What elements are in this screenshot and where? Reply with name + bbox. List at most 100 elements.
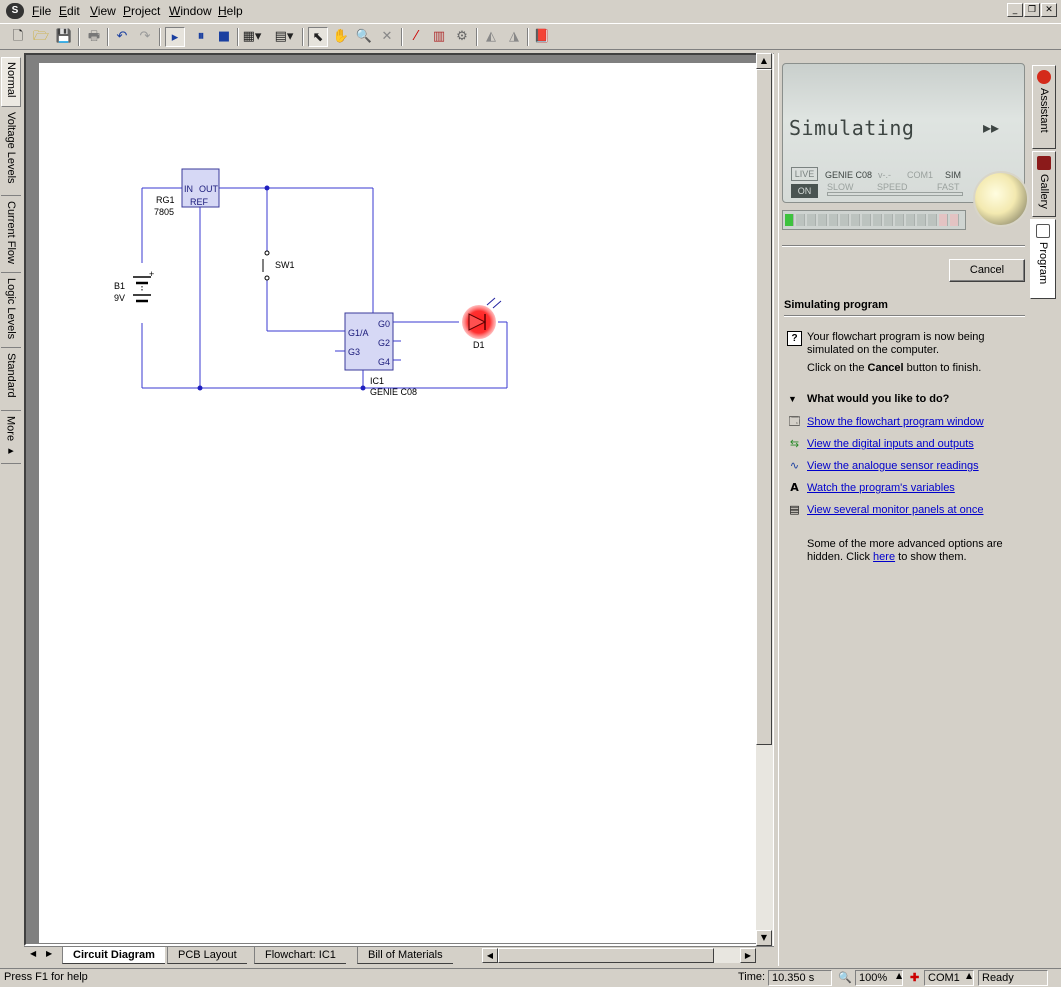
pan-hand-icon[interactable]: ✋ [331,27,351,47]
redo-icon[interactable]: ↷ [135,27,155,47]
app-icon[interactable]: S [6,3,24,19]
delete-icon[interactable]: ✕ [377,27,397,47]
undo-icon[interactable]: ↶ [112,27,132,47]
assistant-panel: Simulating ▸▸ LIVE ON GENIE C08 v-.- COM… [778,53,1030,966]
tab-logic-levels[interactable]: Logic Levels [1,274,21,348]
tab-scroll-right-icon[interactable]: ▶ [46,949,52,958]
view-analogue-link[interactable]: View the analogue sensor readings [807,460,979,472]
cancel-button[interactable]: Cancel [949,259,1025,282]
tab-standard[interactable]: Standard [1,349,21,411]
switch-sw1[interactable] [262,250,270,281]
circuit-canvas[interactable]: IN OUT REF RG1 7805 + B1 9V SW1 G1/A G3 … [39,63,757,943]
horizontal-scrollbar[interactable]: ◀ ▶ [482,948,756,963]
help-icon: ? [787,331,802,346]
tab-more[interactable]: More ▸ [1,412,21,464]
tab-gallery[interactable]: Gallery [1032,151,1056,217]
tab-assistant[interactable]: Assistant [1032,65,1056,149]
chip-dropdown-icon[interactable]: ▦▾ [242,27,262,47]
speed-slow-label: SLOW [827,182,854,192]
device-name: GENIE C08 [825,170,873,180]
tab-scroll-left-icon[interactable]: ◀ [30,949,36,958]
tab-current-flow[interactable]: Current Flow [1,197,21,273]
tab-flowchart-ic1[interactable]: Flowchart: IC1 [254,947,346,964]
menu-file[interactable]: File [32,4,51,18]
close-button[interactable]: ✕ [1041,3,1057,17]
hscroll-left-icon[interactable]: ◀ [482,948,498,963]
probe-icon[interactable]: ⁄ [406,27,426,47]
speed-knob[interactable] [973,171,1029,227]
tab-pcb-layout[interactable]: PCB Layout [167,947,247,964]
window-dropdown-icon[interactable]: ▤▾ [274,27,294,47]
chip-label: IC1 [370,376,384,386]
junction-dot [197,385,203,391]
menu-project[interactable]: Project [123,4,160,18]
view-digital-io-link[interactable]: View the digital inputs and outputs [807,438,974,450]
new-file-icon[interactable]: 🗋 [8,27,28,47]
time-label: Time: [738,971,766,983]
pause-icon[interactable]: ⏸ [191,27,211,47]
regulator-pin-ref: REF [190,197,209,207]
scroll-up-icon[interactable]: ▲ [756,53,772,69]
status-state: Ready [978,970,1048,986]
vertical-scroll-thumb[interactable] [756,69,772,745]
status-help-text: Press F1 for help [4,971,88,983]
menu-help[interactable]: Help [218,4,243,18]
cancel-instruction: Click on the Cancel button to finish. [807,362,982,374]
stop-icon[interactable]: ■ [214,27,234,47]
tab-voltage-levels[interactable]: Voltage Levels [1,108,21,196]
port-spin-icon[interactable]: ▲ [966,971,972,980]
hscroll-right-icon[interactable]: ▶ [740,948,756,963]
vertical-scrollbar[interactable]: ▲ ▼ [756,53,773,946]
open-folder-icon[interactable]: 🗁 [31,27,51,47]
live-indicator[interactable]: LIVE [791,167,818,181]
select-pointer-icon[interactable]: ⬉ [308,27,328,47]
view-mode-tabs: Normal Voltage Levels Current Flow Logic… [0,55,22,965]
show-flowchart-link[interactable]: Show the flowchart program window [807,416,984,428]
gallery-icon [1037,156,1051,170]
gallery-book-icon[interactable]: 📕 [532,27,552,47]
mode-label: SIM [945,170,962,180]
led-d1[interactable] [462,297,502,339]
regulator-pin-in: IN [184,184,193,194]
chip-part: GENIE C08 [370,387,417,397]
circuit-diagram: IN OUT REF RG1 7805 + B1 9V SW1 G1/A G3 … [114,168,508,397]
program-icon [1036,224,1050,238]
tab-circuit-diagram[interactable]: Circuit Diagram [62,947,165,964]
minimize-button[interactable]: _ [1007,3,1023,17]
menu-view[interactable]: View [90,4,116,18]
collapse-arrow-icon[interactable]: ▼ [788,394,797,404]
chip-pin-g1a: G1/A [348,328,369,338]
scroll-down-icon[interactable]: ▼ [756,930,772,946]
speed-slider[interactable] [827,192,963,196]
panel-heading: Simulating program [784,299,888,311]
zoom-icon[interactable]: 🔍 [838,971,852,984]
document-tabs: ◀ ▶ Circuit Diagram PCB Layout Flowchart… [24,946,774,964]
print-icon[interactable]: 🖶 [84,27,104,47]
menu-window[interactable]: Window [169,4,212,18]
zoom-spin-icon[interactable]: ▲ [896,971,902,980]
variables-icon: A [790,481,799,494]
regulator-part: 7805 [154,207,174,217]
toolbar: 🗋 🗁 💾 🖶 ↶ ↷ ▸ ⏸ ■ ▦▾ ▤▾ ⬉ ✋ 🔍 ✕ ⁄ ▥ ⚙ ◭ … [0,23,1061,50]
zoom-icon[interactable]: 🔍 [354,27,374,47]
watch-variables-link[interactable]: Watch the program's variables [807,482,955,494]
port-label: COM1 [907,170,934,180]
restore-button[interactable]: ❐ [1024,3,1040,17]
flip-horizontal-icon[interactable]: ◭ [481,27,501,47]
run-icon[interactable]: ▸ [165,27,185,47]
show-advanced-link[interactable]: here [873,551,895,563]
flip-vertical-icon[interactable]: ◮ [504,27,524,47]
tab-normal[interactable]: Normal [1,57,21,107]
tab-bill-of-materials[interactable]: Bill of Materials [357,947,453,964]
on-indicator[interactable]: ON [791,184,818,198]
graph-icon[interactable]: ▥ [429,27,449,47]
battery-value: 9V [114,293,125,303]
component-icon[interactable]: ⚙ [452,27,472,47]
horizontal-scroll-thumb[interactable] [498,948,714,963]
view-monitor-panels-link[interactable]: View several monitor panels at once [807,504,984,516]
tab-program[interactable]: Program [1030,219,1056,299]
fast-forward-icon[interactable]: ▸▸ [983,118,999,137]
regulator-label: RG1 [156,195,175,205]
menu-edit[interactable]: Edit [59,4,80,18]
save-icon[interactable]: 💾 [54,27,74,47]
